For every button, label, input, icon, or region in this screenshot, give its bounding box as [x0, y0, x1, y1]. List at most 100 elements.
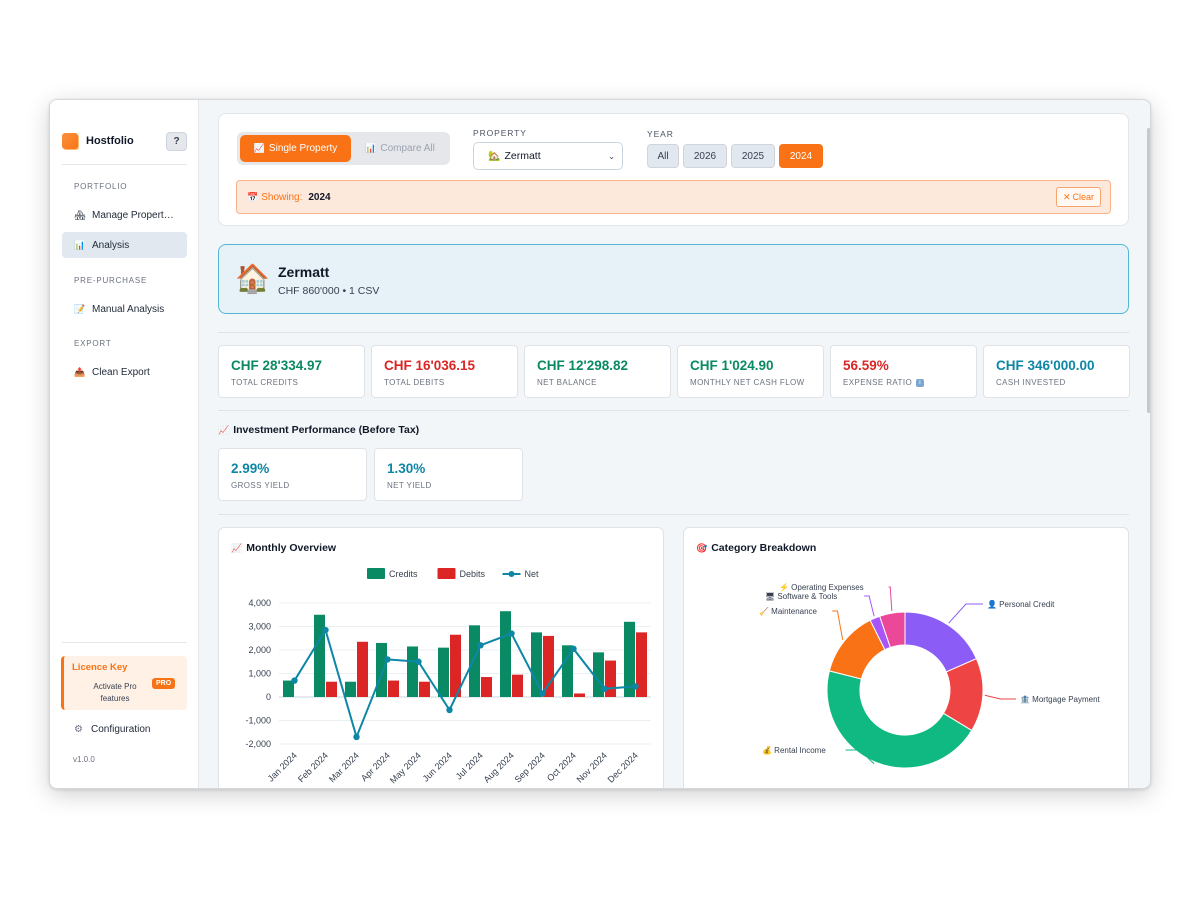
slice-label: ⚡ Operating Expenses [779, 582, 864, 592]
slice-label: 👤 Personal Credit [987, 599, 1055, 609]
x-tick-label: Jul 2024 [454, 750, 485, 781]
info-icon[interactable]: i [916, 378, 925, 387]
sidebar-item-label: Manual Analysis [92, 303, 165, 315]
kpi-label: CASH INVESTED [996, 378, 1066, 387]
kpi-label: MONTHLY NET CASH FLOW [690, 378, 805, 387]
property-subtitle: CHF 860'000 • 1 CSV [278, 285, 380, 297]
section-label-export: EXPORT [74, 339, 112, 348]
year-button-2025[interactable]: 2025 [731, 144, 775, 168]
bar-debits [481, 677, 492, 697]
sidebar-item-label: Analysis [92, 239, 130, 251]
bar-credits [500, 611, 511, 697]
logo-icon [62, 133, 78, 149]
section-label-pre-purchase: PRE-PURCHASE [74, 276, 148, 285]
kpi-net-balance: CHF 12'298.82 NET BALANCE [524, 345, 671, 398]
net-point [291, 677, 298, 684]
property-header: 🏠 Zermatt CHF 860'000 • 1 CSV [218, 244, 1129, 314]
bar-debits [326, 681, 337, 697]
leader-line [984, 694, 1016, 700]
legend-swatch [437, 568, 456, 579]
year-button-all[interactable]: All [647, 144, 679, 168]
net-point [632, 683, 639, 690]
bar-credits [438, 647, 449, 697]
house-icon: 🏡 [488, 150, 501, 162]
calendar-icon: 📅 [247, 191, 259, 202]
year-button-2024[interactable]: 2024 [779, 144, 823, 168]
legend-label: Credits [389, 569, 418, 579]
net-point [322, 626, 329, 634]
x-tick-label: Aug 2024 [482, 750, 516, 784]
sidebar-item-manual-analysis[interactable]: 📝 Manual Analysis [62, 296, 187, 322]
bar-debits [512, 674, 523, 697]
chart-legend: Credits Debits Net [367, 568, 539, 579]
sidebar-item-manage-properties[interactable]: 🏘 Manage Propert… [62, 202, 187, 228]
clear-filter-button[interactable]: ✕ Clear [1056, 187, 1101, 207]
active-filter-banner: 📅 Showing: 2024 ✕ Clear [236, 180, 1111, 214]
sidebar-item-analysis[interactable]: 📊 Analysis [62, 232, 187, 258]
help-button[interactable]: ? [166, 132, 187, 151]
section-label-portfolio: PORTFOLIO [74, 182, 128, 191]
slice-label: 💰 Rental Income [762, 745, 826, 755]
sidebar-item-label: Manage Propert… [92, 209, 174, 221]
bar-credits [469, 625, 480, 697]
net-point [570, 645, 577, 653]
compare-all-label: Compare All [380, 143, 435, 154]
kpi-label: TOTAL DEBITS [384, 378, 445, 387]
kpi-label: NET YIELD [387, 481, 432, 490]
kpi-label: TOTAL CREDITS [231, 378, 299, 387]
single-property-button[interactable]: 📈 Single Property [240, 135, 351, 162]
property-select[interactable]: 🏡 Zermatt ⌄ [473, 142, 623, 170]
chevron-down-icon: ⌄ [608, 152, 615, 161]
compare-all-button[interactable]: 📊 Compare All [354, 135, 446, 162]
leader-line [864, 595, 875, 617]
sidebar-item-clean-export[interactable]: 📤 Clean Export [62, 359, 187, 385]
bar-credits [407, 646, 418, 697]
licence-key-card[interactable]: Licence Key Activate Pro features PRO [61, 656, 187, 710]
legend-label: Net [525, 569, 540, 579]
monthly-overview-chart: Credits Debits Net 4,000 3,000 2,000 1,000 0 -1,… [245, 568, 651, 785]
kpi-value: CHF 346'000.00 [996, 358, 1095, 373]
bar-credits [345, 681, 356, 697]
kpi-value: 56.59% [843, 358, 889, 373]
bar-debits [543, 635, 554, 697]
leader-line [948, 603, 983, 624]
kpi-expense-ratio: 56.59% EXPENSE RATIO i [830, 345, 977, 398]
x-tick-label: Feb 2024 [296, 750, 330, 784]
chart-up-icon: 📈 [218, 424, 230, 435]
pro-badge: PRO [152, 678, 176, 689]
gear-icon: ⚙ [74, 724, 83, 735]
x-tick-label: Sep 2024 [513, 750, 547, 784]
showing-value: 2024 [308, 191, 331, 203]
bar-credits [376, 642, 387, 697]
kpi-label: GROSS YIELD [231, 481, 290, 490]
kpi-value: 1.30% [387, 461, 426, 476]
year-button-2026[interactable]: 2026 [683, 144, 727, 168]
bar-debits [574, 693, 585, 697]
scrollbar[interactable] [1147, 128, 1150, 413]
export-icon: 📤 [74, 366, 86, 377]
year-label: YEAR [647, 129, 674, 139]
brand[interactable]: Hostfolio [62, 133, 134, 149]
showing-label: Showing: [261, 191, 303, 203]
investment-performance-title: 📈 Investment Performance (Before Tax) [218, 424, 419, 436]
kpi-gross-yield: 2.99% GROSS YIELD [218, 448, 367, 501]
y-tick-label: 0 [266, 692, 271, 702]
x-tick-label: Jun 2024 [421, 750, 454, 783]
configuration-button[interactable]: ⚙ Configuration [74, 724, 150, 735]
divider [218, 332, 1129, 333]
bar-chart-icon: 📊 [74, 239, 86, 250]
bar-debits [388, 680, 399, 697]
clear-label: Clear [1072, 192, 1095, 202]
y-tick-label: 1,000 [248, 669, 271, 679]
legend-swatch [367, 568, 385, 579]
legend-swatch [508, 571, 515, 577]
net-point [353, 733, 360, 741]
x-tick-label: Mar 2024 [327, 750, 361, 784]
house-icon: 🏘 [74, 209, 86, 220]
monthly-overview-card: 📈 Monthly Overview Credits Debits Net 4,000… [218, 527, 664, 788]
kpi-monthly-net-cash-flow: CHF 1'024.90 MONTHLY NET CASH FLOW [677, 345, 824, 398]
property-select-value: Zermatt [504, 150, 541, 162]
configuration-label: Configuration [90, 724, 151, 735]
y-tick-label: -1,000 [245, 716, 271, 726]
licence-description: Activate Pro features [93, 682, 137, 703]
